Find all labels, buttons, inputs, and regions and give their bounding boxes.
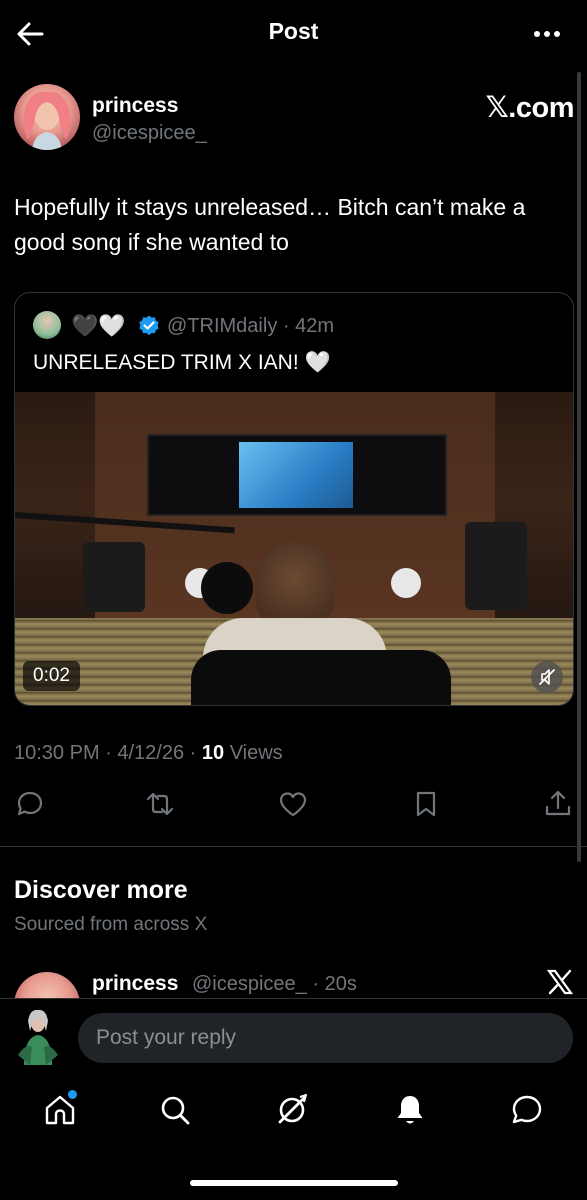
post-text: Hopefully it stays unreleased… Bitch can… [14, 194, 526, 255]
x-watermark: 𝕏.com [485, 92, 574, 124]
like-icon[interactable] [277, 788, 309, 820]
avatar[interactable] [14, 84, 80, 150]
bookmark-icon[interactable] [410, 788, 442, 820]
repost-icon[interactable] [144, 788, 176, 820]
post-author: princess @icespicee_ 𝕏.com [14, 84, 574, 154]
post-timestamp: 10:30 PM · 4/12/26 · [14, 742, 202, 764]
next-post-preview[interactable]: princess @icespicee_ · 20s [14, 962, 574, 1000]
video-frame-knob [391, 568, 421, 598]
grok-icon[interactable] [274, 1092, 310, 1128]
quoted-text: UNRELEASED TRIM X IAN! 🤍 [33, 351, 331, 374]
next-post-handle-time[interactable]: @icespicee_ · 20s [192, 973, 357, 996]
quoted-display-name-emoji: 🖤🤍 [71, 313, 126, 338]
notification-dot [68, 1090, 77, 1099]
search-icon[interactable] [157, 1092, 193, 1128]
bottom-tab-bar [0, 1074, 587, 1154]
video-player[interactable]: 0:02 [15, 392, 573, 705]
page-title: Post [268, 18, 319, 44]
x-logo-icon [546, 969, 574, 995]
author-name[interactable]: princess [92, 94, 178, 118]
reply-bar [0, 998, 587, 1074]
quoted-avatar[interactable] [33, 311, 61, 339]
quoted-post[interactable]: 🖤🤍 @TRIMdaily · 42m UNRELEASED TRIM X IA… [14, 292, 574, 706]
divider [0, 846, 587, 847]
video-frame-tv [239, 442, 353, 508]
avatar[interactable] [14, 972, 80, 1000]
top-bar: Post [0, 0, 587, 68]
video-frame-speaker [465, 522, 527, 610]
reply-icon[interactable] [14, 788, 46, 820]
quoted-post-header: 🖤🤍 @TRIMdaily · 42m [33, 311, 553, 341]
home-indicator[interactable] [190, 1180, 398, 1186]
share-icon[interactable] [542, 788, 574, 820]
post-actions [14, 788, 574, 824]
mute-icon [539, 669, 555, 685]
video-frame-speaker [83, 542, 145, 612]
post-meta: 10:30 PM · 4/12/26 · 10 Views [14, 742, 283, 765]
avatar[interactable] [18, 1007, 58, 1065]
quoted-handle-time[interactable]: @TRIMdaily · 42m [167, 315, 334, 338]
discover-subtitle: Sourced from across X [14, 914, 208, 935]
video-time-badge: 0:02 [23, 661, 80, 691]
messages-icon[interactable] [509, 1092, 545, 1128]
reply-input[interactable] [78, 1013, 573, 1063]
views-label: Views [224, 742, 283, 764]
notifications-icon[interactable] [392, 1092, 428, 1128]
scrollbar[interactable] [577, 72, 581, 862]
views-count[interactable]: 10 [202, 742, 224, 764]
mute-button[interactable] [531, 661, 563, 693]
next-post-author-name[interactable]: princess [92, 972, 178, 996]
verified-badge-icon [139, 315, 159, 336]
discover-title: Discover more [14, 876, 188, 904]
video-frame-chair [191, 650, 451, 705]
more-icon[interactable] [531, 22, 563, 46]
author-handle[interactable]: @icespicee_ [92, 122, 207, 145]
